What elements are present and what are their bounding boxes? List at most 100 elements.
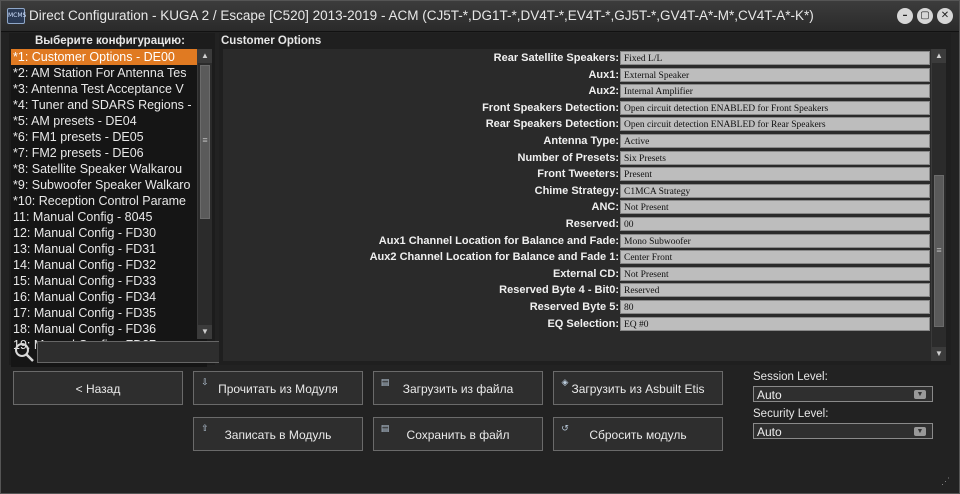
scroll-thumb[interactable]: ≡ (934, 175, 944, 327)
reset-module-label: Сбросить модуль (589, 428, 687, 442)
list-item[interactable]: *3: Antenna Test Acceptance V (11, 81, 207, 97)
option-value-field[interactable]: EQ #0 (620, 316, 930, 331)
save-file-label: Сохранить в файл (406, 428, 510, 442)
read-module-button[interactable]: ⇩ Прочитать из Модуля (193, 371, 363, 405)
configuration-list-scrollbar[interactable]: ▲ ≡ ▼ (197, 49, 212, 339)
option-label: Front Tweeters: (537, 168, 619, 181)
list-item[interactable]: *7: FM2 presets - DE06 (11, 145, 207, 161)
load-file-button[interactable]: ▤ Загрузить из файла (373, 371, 543, 405)
close-button[interactable]: ✕ (937, 8, 953, 24)
minimize-button[interactable]: – (897, 8, 913, 24)
option-value-field[interactable]: C1MCA Strategy (620, 183, 930, 198)
option-value-field[interactable]: Mono Subwoofer (620, 233, 930, 248)
reset-icon: ↺ (561, 424, 569, 434)
option-row: Front Tweeters: Present (223, 167, 931, 182)
option-label: Aux2: (588, 85, 619, 98)
load-asbuilt-label: Загрузить из Asbuilt Etis (571, 382, 705, 396)
save-file-button[interactable]: ▤ Сохранить в файл (373, 417, 543, 451)
list-item[interactable]: *5: AM presets - DE04 (11, 113, 207, 129)
option-value-field[interactable]: Open circuit detection ENABLED for Rear … (620, 117, 930, 132)
option-row: Aux1 Channel Location for Balance and Fa… (223, 233, 931, 249)
option-value-field[interactable]: Active (620, 134, 930, 148)
list-item[interactable]: 16: Manual Config - FD34 (11, 289, 207, 305)
list-item[interactable]: *4: Tuner and SDARS Regions - (11, 97, 207, 113)
maximize-button[interactable]: ▢ (917, 8, 933, 24)
option-value-field[interactable]: 00 (620, 217, 930, 231)
option-row: Antenna Type: Active (223, 134, 931, 149)
list-item[interactable]: 18: Manual Config - FD36 (11, 321, 207, 337)
option-label: Reserved Byte 5: (529, 301, 619, 313)
option-row: Chime Strategy: C1MCA Strategy (223, 183, 931, 199)
grip-icon: ≡ (202, 135, 208, 145)
read-icon: ⇩ (201, 378, 209, 388)
option-row: Front Speakers Detection: Open circuit de… (223, 100, 931, 116)
option-row: Rear Satellite Speakers: Fixed L/L (223, 51, 931, 66)
configuration-list-panel: Выберите конфигурацию: *1: Customer Opti… (9, 33, 223, 367)
list-item[interactable]: *8: Satellite Speaker Walkarou (11, 161, 207, 177)
scroll-thumb[interactable]: ≡ (200, 65, 210, 219)
reset-module-button[interactable]: ↺ Сбросить модуль (553, 417, 723, 451)
scroll-up-arrow-icon[interactable]: ▲ (932, 49, 946, 63)
configuration-list-heading: Выберите конфигурацию: (35, 35, 185, 47)
option-label: External CD: (552, 267, 619, 280)
option-value-field[interactable]: Present (620, 167, 930, 182)
list-item[interactable]: 15: Manual Config - FD33 (11, 273, 207, 289)
scroll-down-arrow-icon[interactable]: ▼ (932, 347, 946, 361)
list-item[interactable]: 14: Manual Config - FD32 (11, 257, 207, 273)
option-label: Aux2 Channel Location for Balance and Fa… (369, 251, 619, 264)
session-level-value: Auto (757, 388, 782, 402)
option-row: Rear Speakers Detection: Open circuit det… (223, 117, 931, 132)
security-level-label: Security Level: (753, 408, 829, 420)
list-item[interactable]: *6: FM1 presets - DE05 (11, 129, 207, 145)
option-row: Reserved Byte 5: 80 (223, 300, 931, 315)
list-item[interactable]: 17: Manual Config - FD35 (11, 305, 207, 321)
main-window: MCMS Direct Configuration - KUGA 2 / Esc… (0, 0, 960, 494)
configuration-list[interactable]: *1: Customer Options - DE00 *2: AM Statio… (11, 49, 207, 367)
option-value-field[interactable]: Internal Amplifier (620, 84, 930, 99)
resize-grip-icon[interactable]: ⋰ (941, 477, 951, 487)
security-level-value: Auto (757, 425, 782, 439)
list-item[interactable]: *1: Customer Options - DE00 (11, 49, 207, 65)
option-row: Aux2: Internal Amplifier (223, 84, 931, 99)
list-item[interactable]: *2: AM Station For Antenna Tes (11, 65, 207, 81)
list-item[interactable]: 12: Manual Config - FD30 (11, 225, 207, 241)
option-label: Number of Presets: (517, 151, 619, 164)
option-value-field[interactable]: Six Presets (620, 150, 930, 165)
option-value-field[interactable]: External Speaker (620, 67, 930, 82)
option-value-field[interactable]: Not Present (620, 200, 930, 215)
list-item[interactable]: *10: Reception Control Parame (11, 193, 207, 209)
option-value-field[interactable]: 80 (620, 300, 930, 314)
scroll-down-arrow-icon[interactable]: ▼ (198, 325, 212, 339)
list-item[interactable]: 11: Manual Config - 8045 (11, 209, 207, 225)
option-value-field[interactable]: Reserved (620, 283, 930, 298)
write-module-button[interactable]: ⇧ Записать в Модуль (193, 417, 363, 451)
option-row: Reserved: 00 (223, 217, 931, 232)
option-row: Reserved Byte 4 - Bit0: Reserved (223, 283, 931, 298)
list-item[interactable]: 13: Manual Config - FD31 (11, 241, 207, 257)
window-title: Direct Configuration - KUGA 2 / Escape [… (29, 8, 814, 23)
option-row: EQ Selection: EQ #0 (223, 316, 931, 332)
back-button[interactable]: < Назад (13, 371, 183, 405)
option-row: Aux2 Channel Location for Balance and Fa… (223, 250, 931, 265)
load-asbuilt-button[interactable]: ◈ Загрузить из Asbuilt Etis (553, 371, 723, 405)
options-scrollbar[interactable]: ▲ ≡ ▼ (931, 49, 946, 361)
search-input[interactable] (37, 341, 223, 363)
search-icon[interactable] (13, 341, 35, 363)
option-value-field[interactable]: Center Front (620, 250, 930, 265)
option-value-field[interactable]: Fixed L/L (620, 51, 930, 65)
list-item[interactable]: *9: Subwoofer Speaker Walkaro (11, 177, 207, 193)
title-bar: MCMS Direct Configuration - KUGA 2 / Esc… (1, 1, 959, 32)
read-module-label: Прочитать из Модуля (218, 382, 338, 396)
chevron-down-icon: ▼ (914, 427, 926, 436)
session-level-select[interactable]: Auto ▼ (753, 386, 933, 402)
option-value-field[interactable]: Open circuit detection ENABLED for Front… (620, 100, 930, 115)
option-label: Reserved Byte 4 - Bit0: (499, 284, 619, 297)
option-label: Chime Strategy: (534, 184, 619, 197)
grip-icon: ≡ (936, 245, 942, 255)
option-label: EQ Selection: (547, 317, 619, 330)
option-value-field[interactable]: Not Present (620, 266, 930, 281)
panel-title: Customer Options (221, 35, 322, 47)
option-row: ANC: Not Present (223, 200, 931, 215)
scroll-up-arrow-icon[interactable]: ▲ (198, 49, 212, 63)
security-level-select[interactable]: Auto ▼ (753, 423, 933, 439)
